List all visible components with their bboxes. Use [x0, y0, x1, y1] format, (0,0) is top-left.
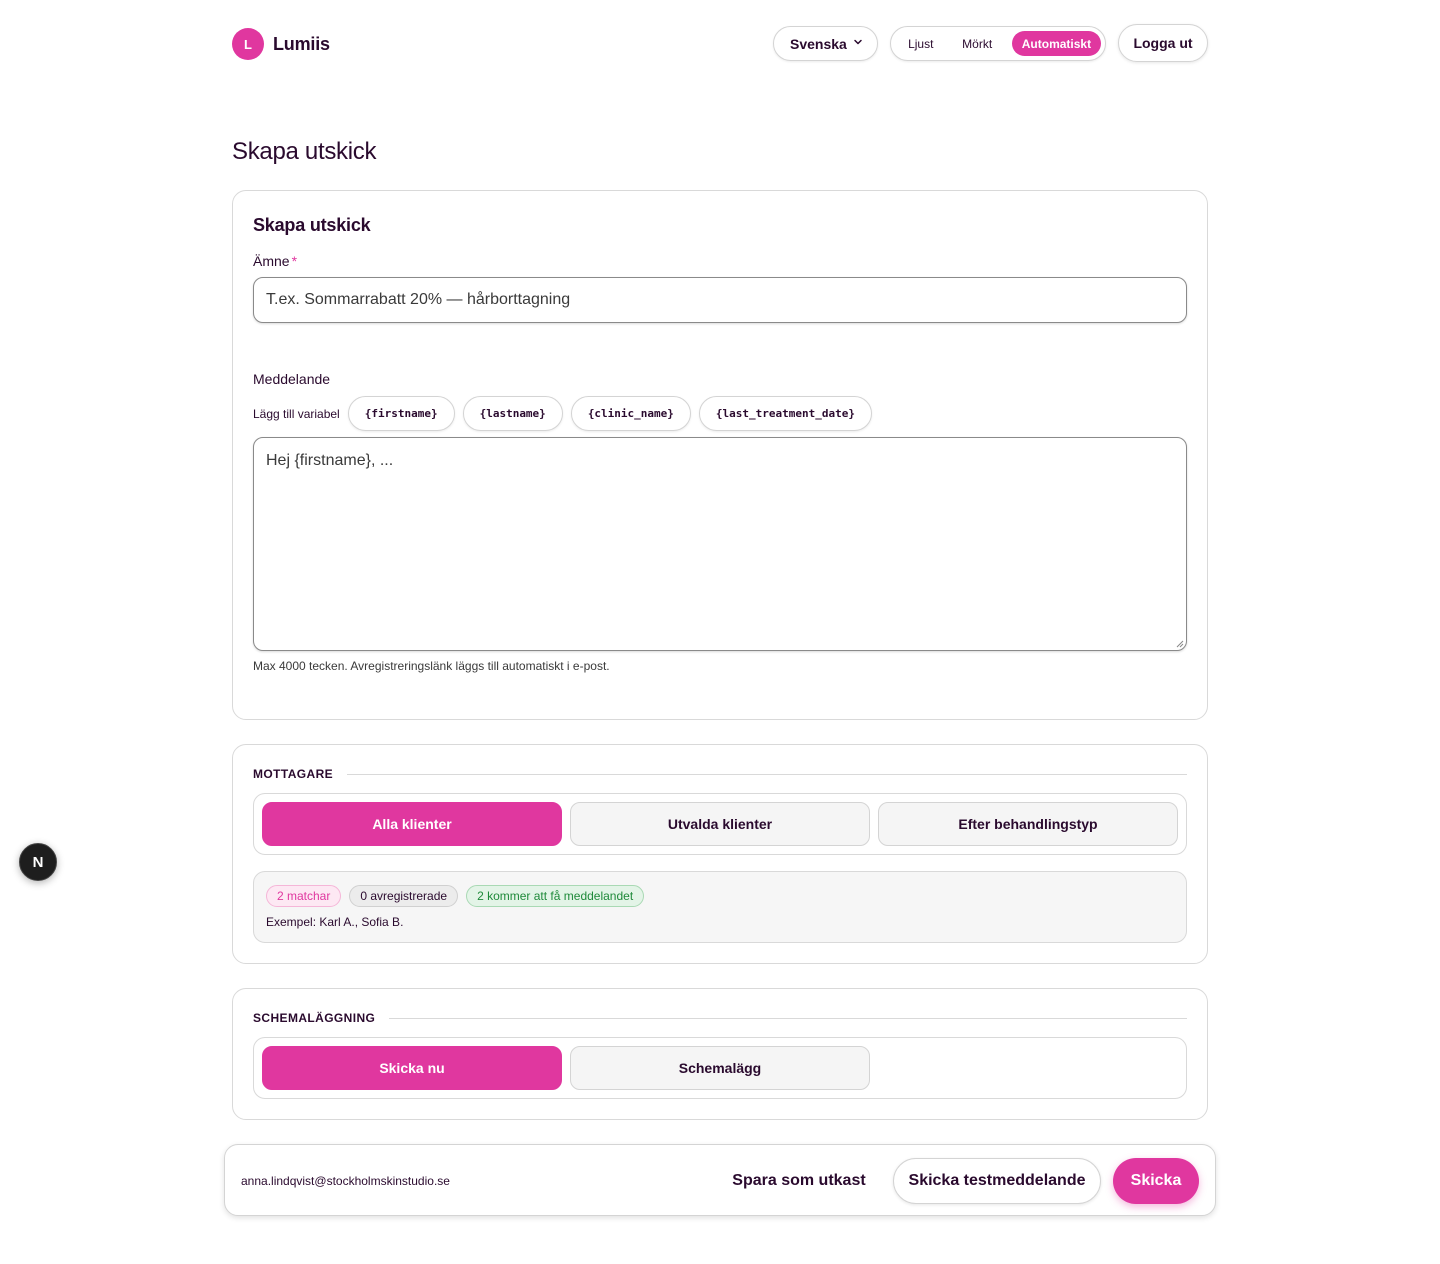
variable-chip-clinic-name[interactable]: {clinic_name}	[570, 396, 691, 431]
send-now-button[interactable]: Skicka nu	[262, 1046, 562, 1090]
theme-toggle: Ljust Mörkt Automatiskt	[890, 26, 1106, 61]
send-test-button[interactable]: Skicka testmeddelande	[893, 1158, 1101, 1204]
message-placeholder: Hej {firstname}, ...	[266, 452, 394, 469]
schedule-button[interactable]: Schemalägg	[570, 1046, 870, 1090]
message-label: Meddelande	[253, 371, 331, 387]
logout-button[interactable]: Logga ut	[1118, 24, 1208, 62]
variable-row: Lägg till variabel {firstname} {lastname…	[253, 396, 880, 431]
brand-name: Lumiis	[273, 33, 330, 54]
recipients-title: MOTTAGARE	[253, 767, 334, 781]
top-header: L Lumiis Svenska Ljust Mörkt Automatiskt…	[232, 24, 1208, 64]
message-help-text: Max 4000 tecken. Avregistreringslänk läg…	[253, 659, 610, 673]
language-select-value: Svenska	[790, 35, 847, 52]
subject-placeholder: T.ex. Sommarrabatt 20% — hårborttagning	[266, 291, 571, 308]
action-bar: anna.lindqvist@stockholmskinstudio.se Sp…	[224, 1144, 1216, 1216]
save-draft-button[interactable]: Spara som utkast	[721, 1159, 877, 1203]
theme-auto-button[interactable]: Automatiskt	[1011, 31, 1101, 56]
recipients-selected-button[interactable]: Utvalda klienter	[570, 802, 870, 846]
theme-light-button[interactable]: Ljust	[895, 31, 946, 56]
match-badges: 2 matchar 0 avregistrerade 2 kommer att …	[266, 885, 1174, 907]
subject-label: Ämne *	[253, 253, 297, 269]
compose-card-title: Skapa utskick	[253, 215, 371, 235]
section-divider	[347, 773, 1187, 775]
schedule-card: SCHEMALÄGGNING Skicka nu Schemalägg	[232, 988, 1208, 1120]
recipients-all-button[interactable]: Alla klienter	[262, 802, 562, 846]
nextjs-dev-icon[interactable]: N	[19, 843, 57, 881]
matches-badge: 2 matchar	[266, 885, 342, 907]
chevron-down-icon	[854, 39, 862, 45]
add-variable-label: Lägg till variabel	[253, 406, 340, 421]
required-mark: *	[291, 253, 298, 269]
subject-input[interactable]: T.ex. Sommarrabatt 20% — hårborttagning	[253, 277, 1187, 323]
compose-card: Skapa utskick Ämne * T.ex. Sommarrabatt 2…	[232, 190, 1208, 720]
logo-mark-icon: L	[232, 28, 264, 60]
schedule-title: SCHEMALÄGGNING	[253, 1011, 376, 1025]
match-summary: 2 matchar 0 avregistrerade 2 kommer att …	[253, 871, 1187, 943]
theme-dark-button[interactable]: Mörkt	[946, 31, 1007, 56]
page-title: Skapa utskick	[232, 138, 377, 165]
example-recipients: Exempel: Karl A., Sofia B.	[266, 915, 404, 929]
variable-chip-lastname[interactable]: {lastname}	[462, 396, 563, 431]
language-select[interactable]: Svenska	[773, 26, 878, 61]
recipients-section-header: MOTTAGARE	[253, 767, 1187, 781]
unsubscribed-badge: 0 avregistrerade	[349, 885, 459, 907]
recipients-segmented-control: Alla klienter Utvalda klienter Efter beh…	[253, 793, 1187, 855]
variable-chip-firstname[interactable]: {firstname}	[347, 396, 455, 431]
sender-email: anna.lindqvist@stockholmskinstudio.se	[241, 1174, 450, 1188]
subject-label-text: Ämne	[253, 253, 290, 269]
send-button[interactable]: Skicka	[1113, 1158, 1199, 1204]
section-divider	[389, 1017, 1187, 1019]
will-receive-badge: 2 kommer att få meddelandet	[466, 885, 645, 907]
resize-handle-icon[interactable]	[1176, 640, 1184, 648]
schedule-section-header: SCHEMALÄGGNING	[253, 1011, 1187, 1025]
schedule-segmented-control: Skicka nu Schemalägg	[253, 1037, 1187, 1099]
message-textarea[interactable]: Hej {firstname}, ...	[253, 437, 1187, 651]
variable-chip-last-treatment-date[interactable]: {last_treatment_date}	[698, 396, 872, 431]
recipients-by-treatment-button[interactable]: Efter behandlingstyp	[878, 802, 1178, 846]
brand-logo[interactable]: L Lumiis	[232, 28, 330, 60]
recipients-card: MOTTAGARE Alla klienter Utvalda klienter…	[232, 744, 1208, 964]
